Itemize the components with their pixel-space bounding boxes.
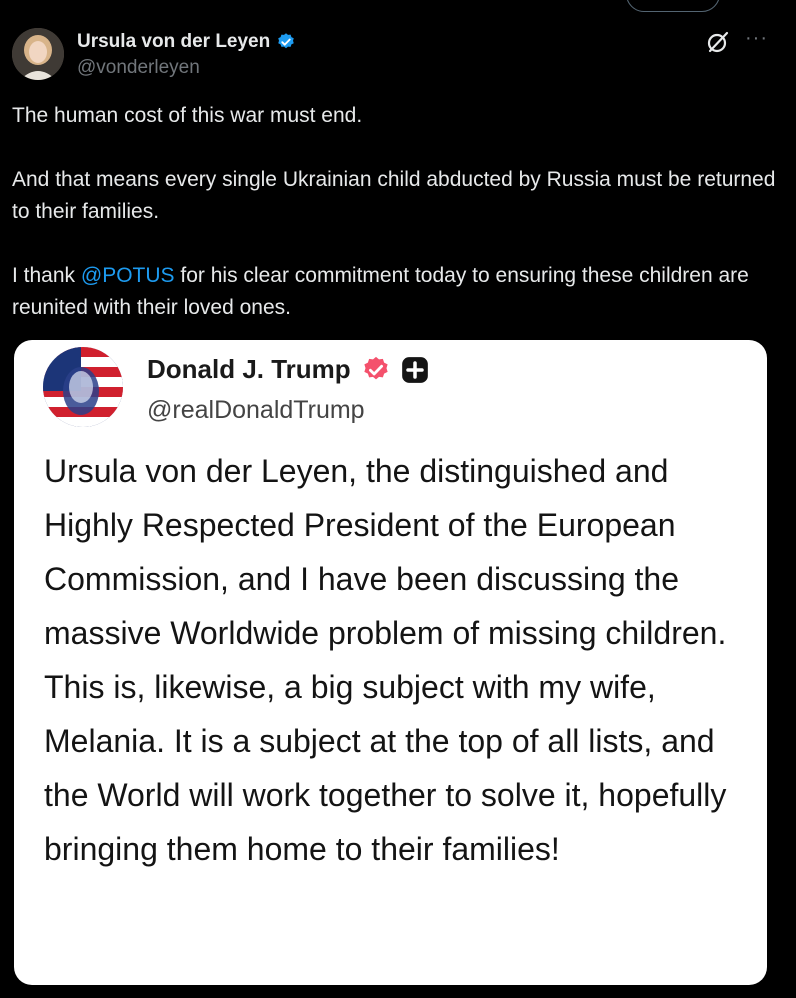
quoted-author-name-text: Donald J. Trump <box>147 354 351 384</box>
verified-badge-icon <box>278 33 294 49</box>
author-name[interactable]: Ursula von der Leyen <box>77 31 296 53</box>
tweet-paragraph-3-start: I thank <box>12 264 81 287</box>
author-name-text[interactable]: Ursula von der Leyen <box>77 31 270 53</box>
quoted-post-image[interactable]: Donald J. Trump @realDonaldTrump Ursula … <box>14 340 767 985</box>
tweet-text: The human cost of this war must end. And… <box>12 100 782 324</box>
quoted-author-handle: @realDonaldTrump <box>147 396 365 424</box>
tweet-paragraph-3: I thank @POTUS for his clear commitment … <box>12 260 782 324</box>
plus-badge-icon <box>401 356 428 383</box>
avatar[interactable] <box>12 28 64 80</box>
author-handle[interactable]: @vonderleyen <box>77 57 200 79</box>
tweet-paragraph-2: And that means every single Ukrainian ch… <box>12 168 776 223</box>
tweet-paragraph-1: The human cost of this war must end. <box>12 104 363 127</box>
follow-button-partial[interactable] <box>626 0 720 12</box>
quoted-avatar <box>43 347 123 427</box>
more-icon[interactable]: ··· <box>745 27 768 50</box>
quoted-post-text: Ursula von der Leyen, the distinguished … <box>44 453 727 867</box>
mention-link[interactable]: @POTUS <box>81 264 175 287</box>
verified-badge-icon <box>364 356 388 379</box>
grok-icon[interactable] <box>706 30 730 54</box>
quoted-author-name: Donald J. Trump <box>147 354 429 385</box>
